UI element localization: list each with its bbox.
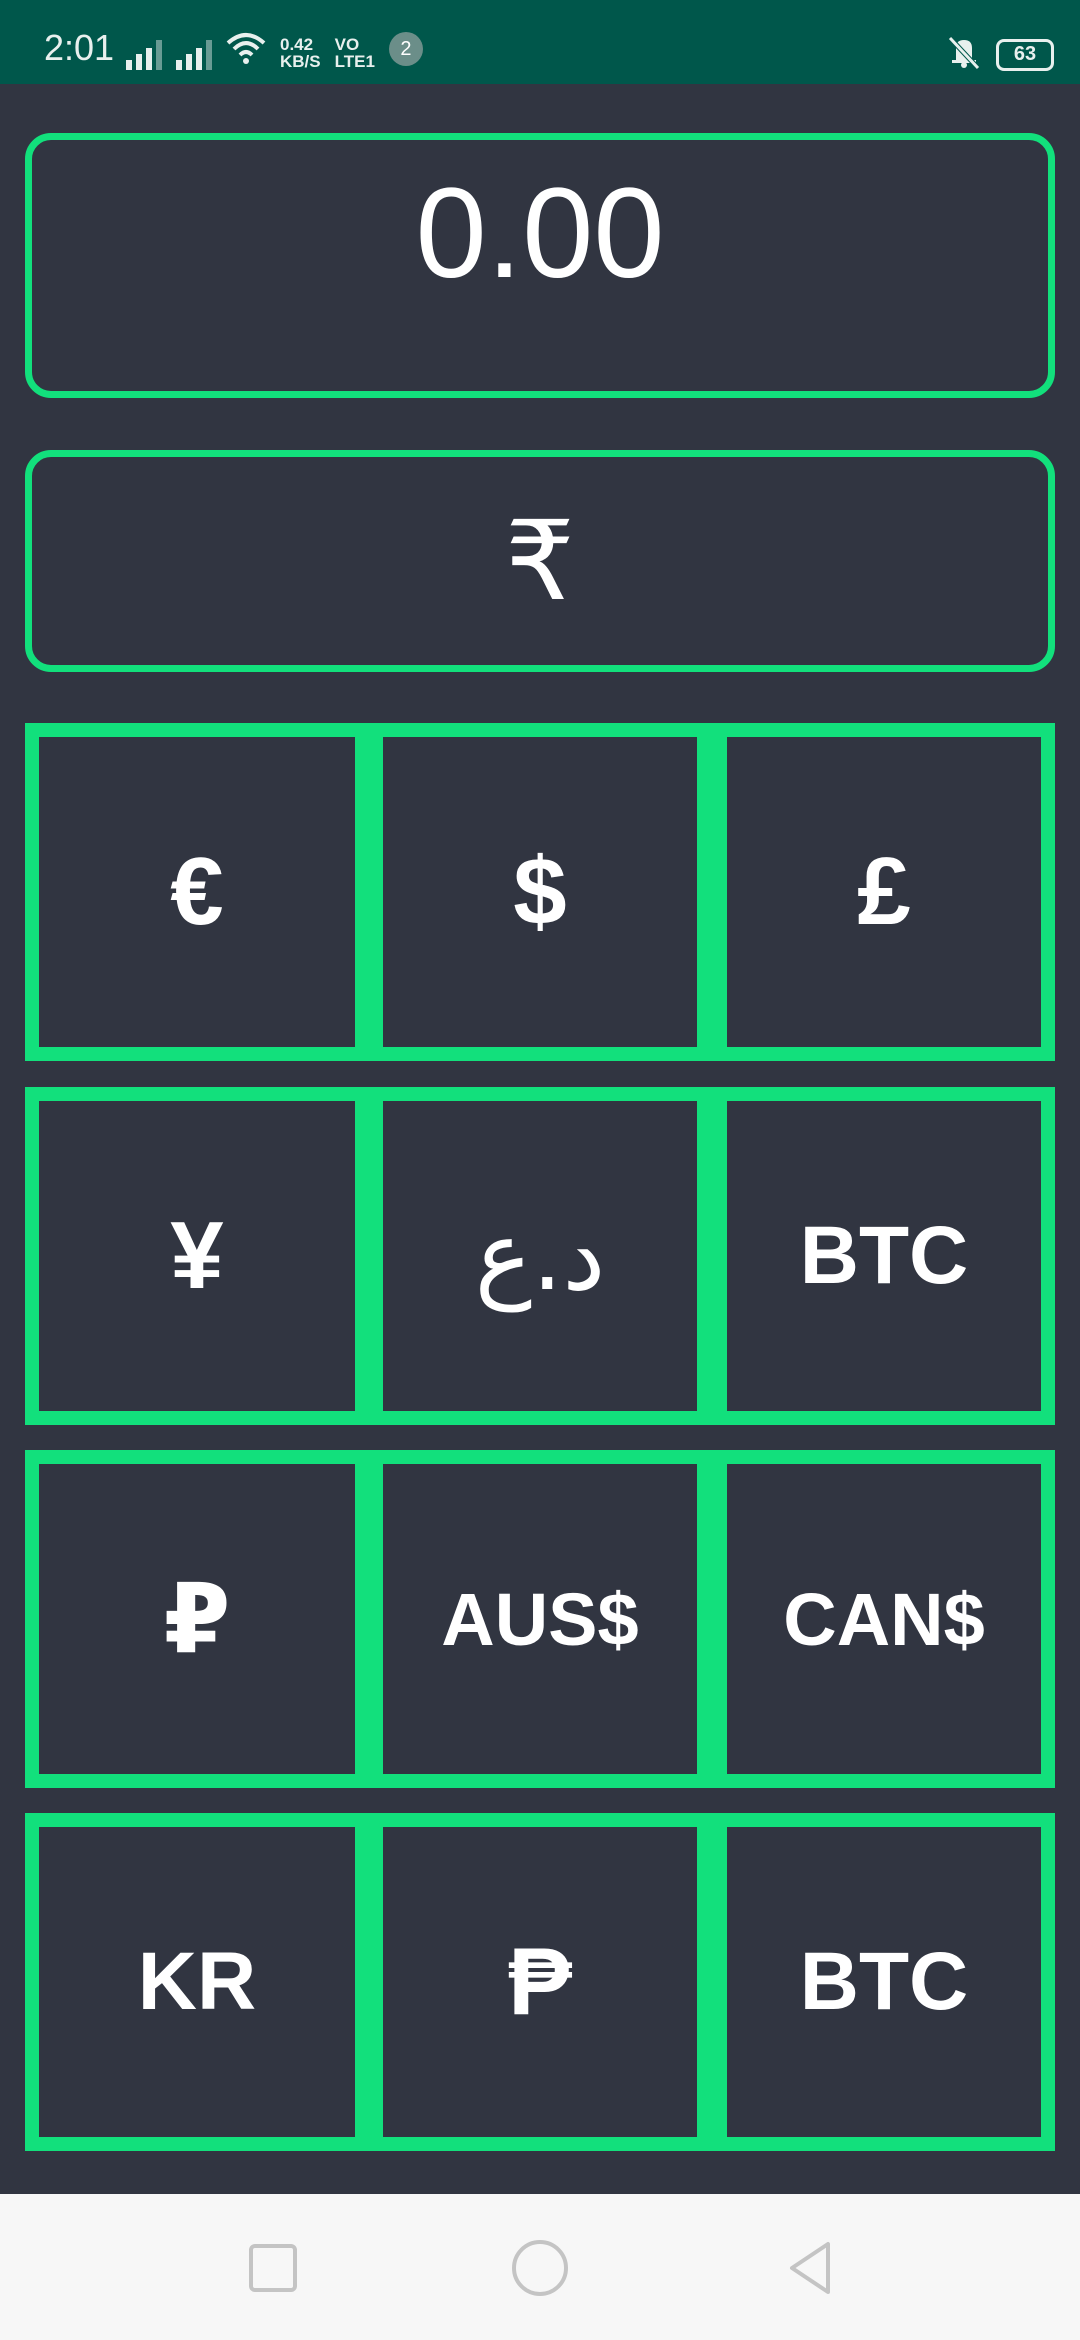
back-triangle-icon[interactable] [784, 2238, 844, 2298]
amount-display[interactable]: 0.00 [25, 133, 1055, 398]
volte-top: VO [334, 35, 360, 54]
currency-row-2: ¥ د.ع BTC [25, 1087, 1055, 1425]
notification-count-badge: 2 [388, 32, 423, 66]
vibrate-icon [944, 34, 984, 75]
currency-button-peso[interactable]: ₱ [383, 1827, 697, 2137]
currency-button-can-dollar[interactable]: CAN$ [727, 1464, 1041, 1774]
signal-icon [176, 36, 212, 70]
currency-button-euro[interactable]: € [39, 737, 355, 1047]
base-currency-symbol: ₹ [505, 500, 575, 623]
currency-button-aus-dollar[interactable]: AUS$ [383, 1464, 697, 1774]
currency-button-yen[interactable]: ¥ [39, 1101, 355, 1411]
recents-square-icon[interactable] [249, 2244, 297, 2292]
currency-button-ruble[interactable]: ₽ [39, 1464, 355, 1774]
currency-button-pound[interactable]: £ [727, 737, 1041, 1047]
status-icons-left: 0.42 KB/S VO LTE1 2 [126, 30, 423, 70]
wifi-icon [226, 31, 266, 70]
currency-row-4: KR ₱ BTC [25, 1813, 1055, 2151]
currency-button-dollar[interactable]: $ [383, 737, 697, 1047]
network-speed-value: 0.42 [280, 35, 314, 54]
network-speed: 0.42 KB/S [280, 36, 321, 70]
status-time: 2:01 [44, 27, 115, 68]
currency-button-krona[interactable]: KR [39, 1827, 355, 2137]
volte-indicator: VO LTE1 [335, 36, 375, 70]
currency-row-1: € $ £ [25, 723, 1055, 1061]
network-speed-unit: KB/S [280, 52, 321, 71]
base-currency-selector[interactable]: ₹ [25, 450, 1055, 672]
currency-button-iraqi-dinar[interactable]: د.ع [383, 1101, 697, 1411]
currency-row-3: ₽ AUS$ CAN$ [25, 1450, 1055, 1788]
status-bar: 2:01 0.42 KB/S VO LTE1 2 63 [0, 0, 1080, 84]
volte-bottom: LTE1 [334, 52, 375, 71]
home-circle-icon[interactable] [512, 2240, 568, 2296]
currency-button-bitcoin[interactable]: BTC [727, 1101, 1041, 1411]
currency-button-bitcoin-2[interactable]: BTC [727, 1827, 1041, 2137]
amount-value: 0.00 [415, 162, 665, 305]
battery-icon: 63 [996, 38, 1054, 71]
status-icons-right: 63 [944, 34, 1054, 75]
navigation-bar [0, 2194, 1080, 2340]
signal-icon [126, 36, 162, 70]
